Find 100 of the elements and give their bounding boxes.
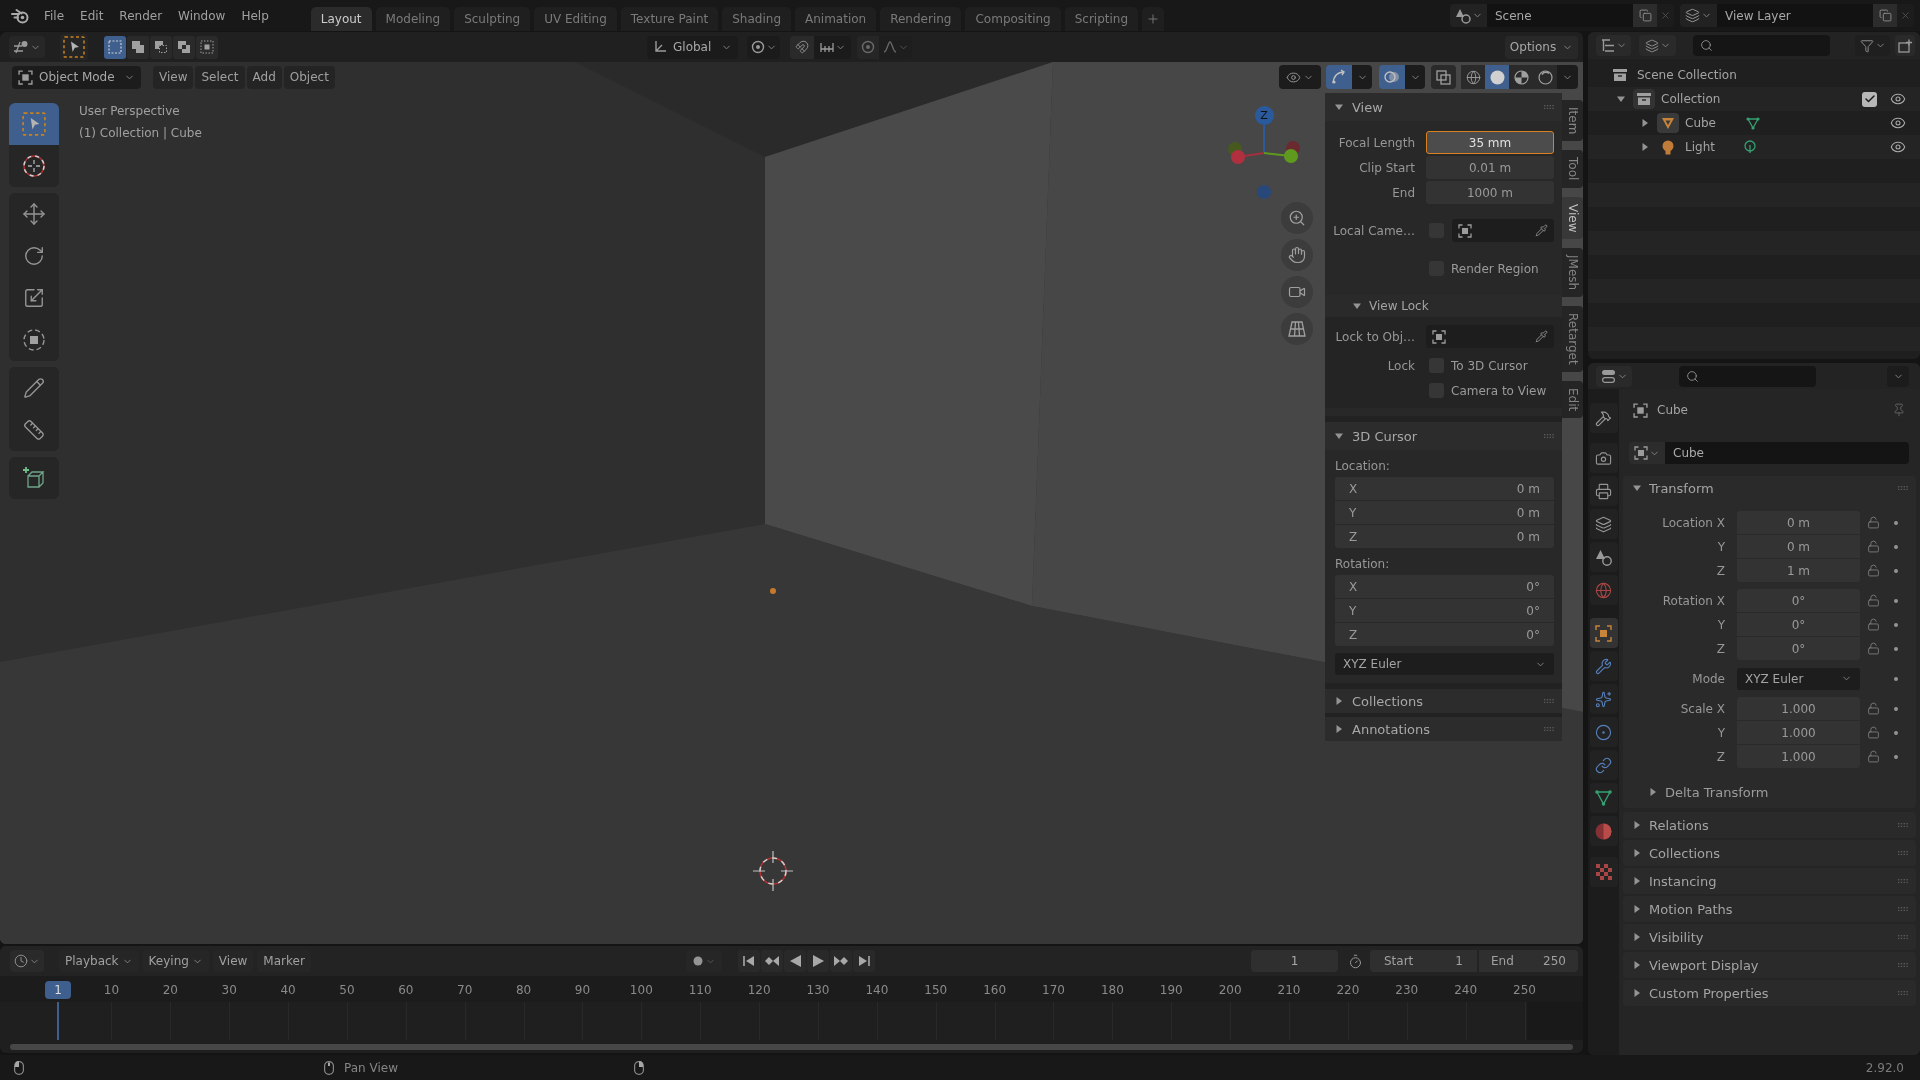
- visibility-dropdown[interactable]: [1279, 65, 1321, 89]
- panel-header[interactable]: Instancing: [1623, 868, 1916, 894]
- play-button[interactable]: [807, 950, 829, 972]
- snap-toggle[interactable]: [790, 35, 814, 59]
- shading-mode-button[interactable]: [1461, 65, 1485, 89]
- tree-item-label[interactable]: Cube: [1685, 117, 1716, 129]
- sidebar-tab[interactable]: Tool: [1562, 150, 1583, 188]
- selection-mode-button[interactable]: [150, 35, 172, 59]
- selection-mode-button[interactable]: [196, 35, 218, 59]
- overlay-toggle[interactable]: [1379, 65, 1405, 89]
- workspace-tab[interactable]: Rendering: [880, 7, 962, 31]
- properties-tab[interactable]: [1589, 443, 1618, 473]
- active-tool-button[interactable]: [60, 34, 88, 60]
- jump-start-button[interactable]: [738, 950, 760, 972]
- number-field[interactable]: 1.000: [1737, 697, 1860, 720]
- scene-name-field[interactable]: Scene: [1487, 4, 1633, 27]
- number-field[interactable]: 1.000: [1737, 745, 1860, 768]
- number-field[interactable]: 1 m: [1737, 559, 1860, 582]
- menu-item[interactable]: View: [153, 65, 194, 89]
- shading-mode-button[interactable]: [1509, 65, 1533, 89]
- dropdown[interactable]: XYZ Euler: [1737, 667, 1860, 690]
- number-field[interactable]: 1.000: [1737, 721, 1860, 744]
- number-field[interactable]: X 0°: [1335, 575, 1554, 598]
- properties-tab[interactable]: [1589, 684, 1618, 714]
- number-field[interactable]: 0°: [1737, 613, 1860, 636]
- checkbox[interactable]: [1862, 91, 1877, 107]
- number-field[interactable]: Z 0 m: [1335, 525, 1554, 548]
- panel-header[interactable]: Collections: [1623, 840, 1916, 866]
- number-field[interactable]: 0°: [1737, 637, 1860, 660]
- properties-tab[interactable]: [1589, 750, 1618, 780]
- number-field[interactable]: 0 m: [1737, 535, 1860, 558]
- proportional-toggle[interactable]: [857, 35, 879, 59]
- panel-header[interactable]: Custom Properties: [1623, 980, 1916, 1006]
- panel-header[interactable]: Visibility: [1623, 924, 1916, 950]
- editor-type-button[interactable]: [1596, 365, 1632, 387]
- mode-dropdown[interactable]: Object Mode: [12, 65, 141, 89]
- menu-item[interactable]: File: [36, 4, 73, 27]
- properties-tab[interactable]: [1589, 651, 1618, 681]
- properties-tab[interactable]: [1589, 542, 1618, 572]
- properties-tab[interactable]: [1589, 717, 1618, 747]
- object-picker-field[interactable]: [1452, 219, 1554, 242]
- workspace-tab[interactable]: Sculpting: [454, 7, 531, 31]
- tree-item-label[interactable]: Collection: [1661, 93, 1721, 105]
- number-field[interactable]: 1000 m: [1426, 181, 1554, 204]
- xray-toggle[interactable]: [1431, 65, 1456, 89]
- number-field[interactable]: 0.01 m: [1426, 156, 1554, 179]
- shading-mode-button[interactable]: [1485, 65, 1509, 89]
- workspace-tab[interactable]: Shading: [722, 7, 791, 31]
- workspace-tab[interactable]: Layout: [310, 7, 372, 31]
- start-frame-field[interactable]: Start 1: [1370, 950, 1477, 972]
- filter-button[interactable]: [1855, 35, 1890, 56]
- workspace-tab[interactable]: Animation: [795, 7, 877, 31]
- workspace-tab[interactable]: UV Editing: [534, 7, 617, 31]
- properties-tab[interactable]: [1589, 476, 1618, 506]
- scrollbar[interactable]: [10, 1043, 1573, 1050]
- panel-header[interactable]: Motion Paths: [1623, 896, 1916, 922]
- workspace-tab[interactable]: Compositing: [965, 7, 1061, 31]
- panel-header[interactable]: View: [1325, 93, 1562, 121]
- new-collection-button[interactable]: [1895, 35, 1915, 56]
- duplicate-button[interactable]: [1633, 4, 1657, 27]
- number-field[interactable]: 0°: [1737, 589, 1860, 612]
- browse-button[interactable]: [1450, 4, 1487, 27]
- menu-item[interactable]: Render: [111, 4, 171, 27]
- properties-tab[interactable]: [1589, 618, 1618, 648]
- data-browse-button[interactable]: [1629, 442, 1665, 464]
- orientation-dropdown[interactable]: Global: [647, 35, 738, 59]
- panel-header[interactable]: Viewport Display: [1623, 952, 1916, 978]
- prev-keyframe-button[interactable]: [761, 950, 783, 972]
- object-picker-field[interactable]: [1426, 325, 1554, 348]
- panel-header[interactable]: Transform: [1623, 476, 1916, 500]
- editor-type-button[interactable]: [9, 36, 45, 58]
- properties-tab[interactable]: [1589, 816, 1618, 846]
- current-frame-field[interactable]: 1: [1251, 950, 1338, 972]
- sidebar-tab[interactable]: Edit: [1562, 380, 1583, 419]
- workspace-tab[interactable]: Texture Paint: [620, 7, 719, 31]
- menu-item[interactable]: Window: [170, 4, 234, 27]
- sidebar-tab[interactable]: Item: [1562, 100, 1583, 142]
- properties-tab[interactable]: [1589, 857, 1618, 887]
- browse-button[interactable]: [1680, 4, 1717, 27]
- search-field[interactable]: [1693, 35, 1830, 56]
- panel-header[interactable]: Annotations: [1325, 717, 1562, 741]
- number-field[interactable]: 35 mm: [1426, 131, 1554, 154]
- editor-type-button[interactable]: [1596, 35, 1631, 56]
- name-field[interactable]: Cube: [1665, 442, 1909, 464]
- search-field[interactable]: [1679, 365, 1816, 387]
- next-keyframe-button[interactable]: [830, 950, 852, 972]
- properties-tab[interactable]: [1589, 509, 1618, 539]
- number-field[interactable]: 0 m: [1737, 511, 1860, 534]
- menu-item[interactable]: Edit: [72, 4, 112, 27]
- pivot-dropdown[interactable]: [747, 35, 780, 59]
- number-field[interactable]: Z 0°: [1335, 623, 1554, 646]
- sidebar-tab[interactable]: JMesh: [1562, 248, 1583, 298]
- current-frame-marker[interactable]: 1: [45, 981, 71, 999]
- tree-item-label[interactable]: Scene Collection: [1637, 69, 1737, 81]
- options-dropdown[interactable]: Options: [1505, 35, 1578, 59]
- properties-tab[interactable]: [1589, 575, 1618, 605]
- display-mode-button[interactable]: [1639, 35, 1676, 56]
- dropdown[interactable]: XYZ Euler: [1335, 653, 1554, 675]
- gizmo-toggle[interactable]: [1326, 65, 1352, 89]
- panel-header[interactable]: Collections: [1325, 689, 1562, 713]
